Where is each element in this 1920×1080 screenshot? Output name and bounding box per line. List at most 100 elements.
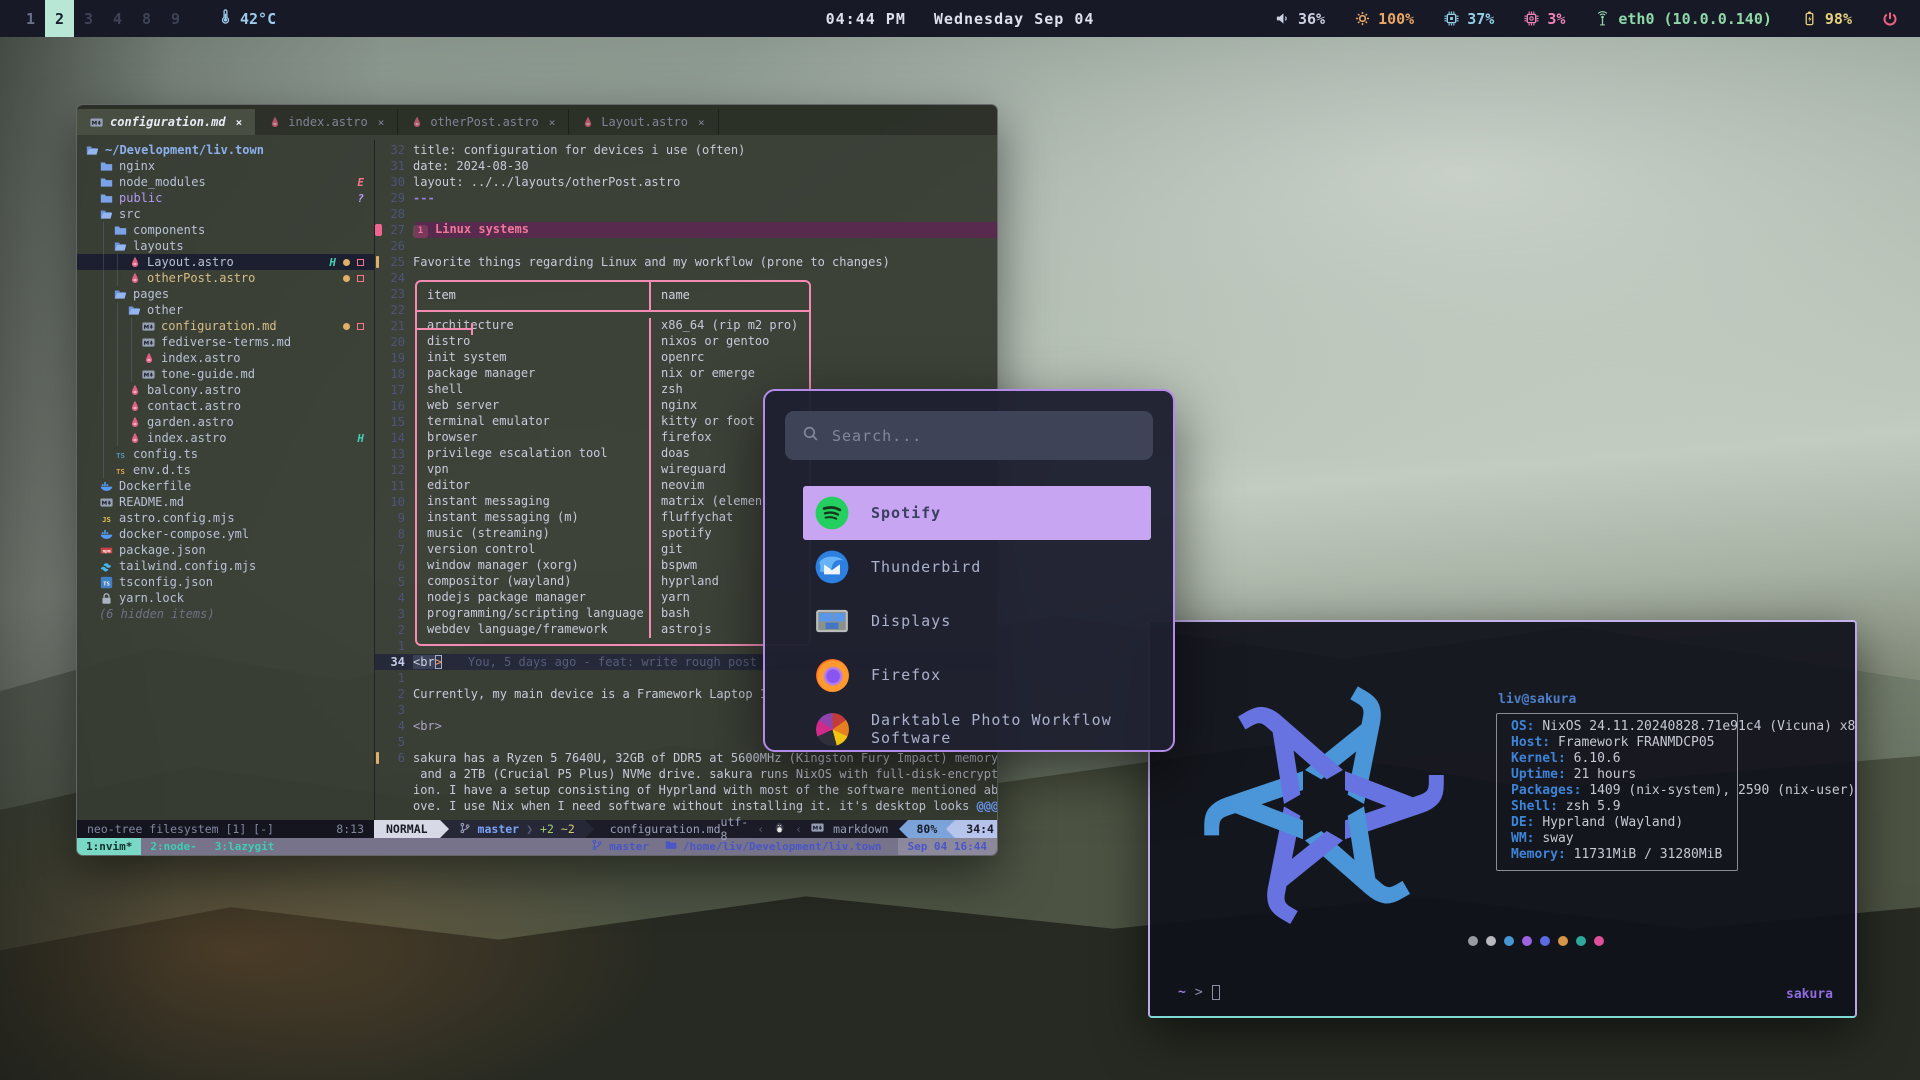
tab-close-icon[interactable]: ×	[549, 116, 556, 129]
power-button[interactable]	[1882, 11, 1898, 27]
search-input[interactable]: Search...	[785, 411, 1153, 460]
tree-item-Layout.astro[interactable]: Layout.astroH	[77, 254, 374, 270]
code-line: ove. I use Nix when I need software with…	[375, 798, 997, 814]
tree-item-tailwind.config.mjs[interactable]: tailwind.config.mjs	[77, 558, 374, 574]
tab-close-icon[interactable]: ×	[378, 116, 385, 129]
tree-item-otherPost.astro[interactable]: otherPost.astro	[77, 270, 374, 286]
sign-column	[375, 270, 383, 286]
info-value: Hyprland (Wayland)	[1542, 815, 1683, 830]
color-dot	[1468, 936, 1478, 946]
neo-tree-panel[interactable]: ~/Development/liv.townnginxnode_modulesE…	[77, 140, 374, 820]
tree-item-configuration.md[interactable]: configuration.md	[77, 318, 374, 334]
table-row: compositor (wayland)hyprland	[417, 574, 809, 590]
tree-item-fediverse-terms.md[interactable]: fediverse-terms.md	[77, 334, 374, 350]
launcher-item-darktable-photo-workflow-software[interactable]: Darktable Photo Workflow Software	[803, 702, 1151, 752]
table-cell-item: instant messaging	[417, 494, 651, 510]
info-label: Uptime:	[1511, 767, 1574, 782]
tree-item--Development-liv.town[interactable]: ~/Development/liv.town	[77, 142, 374, 158]
statusline-tree-segment: neo-tree filesystem [1] [-] 8:13	[77, 820, 374, 838]
network-value: eth0 (10.0.0.140)	[1618, 10, 1772, 28]
workspace-3[interactable]: 3	[74, 0, 103, 37]
tab-Layout.astro[interactable]: Layout.astro×	[569, 109, 718, 135]
tree-item-label: index.astro	[147, 431, 226, 445]
tree-item-nginx[interactable]: nginx	[77, 158, 374, 174]
tailwind-icon	[99, 560, 114, 573]
tab-close-icon[interactable]: ×	[236, 116, 243, 129]
sign-column	[375, 702, 383, 718]
shell-prompt[interactable]: ~ >	[1178, 985, 1220, 1000]
launcher-item-thunderbird[interactable]: Thunderbird	[803, 540, 1151, 594]
launcher-item-firefox[interactable]: Firefox	[803, 648, 1151, 702]
tmux-window-2[interactable]: 2:node-	[141, 838, 205, 855]
tree-item-Dockerfile[interactable]: Dockerfile	[77, 478, 374, 494]
launcher-item-label: Thunderbird	[871, 558, 981, 576]
astro-icon	[127, 400, 142, 412]
tab-index.astro[interactable]: index.astro×	[256, 109, 398, 135]
tree-item-index.astro[interactable]: index.astroH	[77, 430, 374, 446]
prompt-char: >	[1195, 985, 1203, 1000]
tree-item-yarn.lock[interactable]: yarn.lock	[77, 590, 374, 606]
tree-item-config.ts[interactable]: TSconfig.ts	[77, 446, 374, 462]
sign-column	[375, 622, 383, 638]
tree-item-tone-guide.md[interactable]: tone-guide.md	[77, 366, 374, 382]
md-icon	[141, 336, 156, 349]
tree-item-label: other	[147, 303, 183, 317]
tree-item-label: components	[133, 223, 205, 237]
clock-time: 04:44 PM	[826, 10, 906, 28]
tree-item-tsconfig.json[interactable]: TStsconfig.json	[77, 574, 374, 590]
tree-item-astro.config.mjs[interactable]: JSastro.config.mjs	[77, 510, 374, 526]
tree-item-package.json[interactable]: npmpackage.json	[77, 542, 374, 558]
info-packages: Packages: 1409 (nix-system), 2590 (nix-u…	[1511, 783, 1737, 799]
sign-column	[375, 254, 383, 270]
workspace-1[interactable]: 1	[16, 0, 45, 37]
gpu-value: 3%	[1547, 10, 1565, 28]
tree-item-garden.astro[interactable]: garden.astro	[77, 414, 374, 430]
workspace-4[interactable]: 4	[103, 0, 132, 37]
indent-guide	[117, 302, 118, 318]
line-text: ove. I use Nix when I need software with…	[413, 799, 997, 813]
info-value: Framework FRANMDCP05	[1558, 735, 1715, 750]
tree-item-public[interactable]: public?	[77, 190, 374, 206]
tree-item-README.md[interactable]: README.md	[77, 494, 374, 510]
terminal-color-dots	[1468, 936, 1604, 946]
tree-item--6-hidden-items-[interactable]: (6 hidden items)	[77, 606, 374, 622]
table-cell-item: window manager (xorg)	[417, 558, 651, 574]
line-text: layout: ../../layouts/otherPost.astro	[413, 175, 680, 189]
tree-item-node-modules[interactable]: node_modulesE	[77, 174, 374, 190]
tab-close-icon[interactable]: ×	[698, 116, 705, 129]
launcher-item-displays[interactable]: Displays	[803, 594, 1151, 648]
tree-item-index.astro[interactable]: index.astro	[77, 350, 374, 366]
table-cell-item: web server	[417, 398, 651, 414]
darktable-logo	[816, 713, 849, 746]
md-icon	[90, 116, 103, 129]
tmux-window-1[interactable]: 1:nvim*	[77, 838, 141, 855]
prompt-path: ~	[1178, 985, 1186, 1000]
tree-item-other[interactable]: other	[77, 302, 374, 318]
tab-otherPost.astro[interactable]: otherPost.astro×	[398, 109, 569, 135]
table-cell-item: terminal emulator	[417, 414, 651, 430]
tree-item-components[interactable]: components	[77, 222, 374, 238]
tree-item-env.d.ts[interactable]: TSenv.d.ts	[77, 462, 374, 478]
line-text: title: configuration for devices i use (…	[413, 143, 745, 157]
line-text: ion. I have a setup consisting of Hyprla…	[413, 783, 997, 797]
astro-icon	[269, 116, 281, 128]
tree-item-contact.astro[interactable]: contact.astro	[77, 398, 374, 414]
tree-item-src[interactable]: src	[77, 206, 374, 222]
sign-column	[375, 382, 383, 398]
tree-item-layouts[interactable]: layouts	[77, 238, 374, 254]
temperature-value: 42°C	[240, 10, 276, 28]
tree-item-pages[interactable]: pages	[77, 286, 374, 302]
tab-configuration.md[interactable]: configuration.md×	[77, 109, 256, 135]
workspace-2[interactable]: 2	[45, 0, 74, 37]
table-row: webdev language/frameworkastrojs	[417, 622, 809, 638]
launcher-item-spotify[interactable]: Spotify	[803, 486, 1151, 540]
tmux-window-3[interactable]: 3:lazygit	[206, 838, 284, 855]
indent-guide	[103, 430, 104, 446]
line-number: 22	[383, 303, 413, 317]
table-row: web servernginx	[417, 398, 809, 414]
tree-item-docker-compose.yml[interactable]: docker-compose.yml	[77, 526, 374, 542]
workspace-8[interactable]: 8	[132, 0, 161, 37]
tree-item-balcony.astro[interactable]: balcony.astro	[77, 382, 374, 398]
workspace-9[interactable]: 9	[161, 0, 190, 37]
nvim-statusline: neo-tree filesystem [1] [-] 8:13 NORMAL …	[77, 820, 997, 838]
